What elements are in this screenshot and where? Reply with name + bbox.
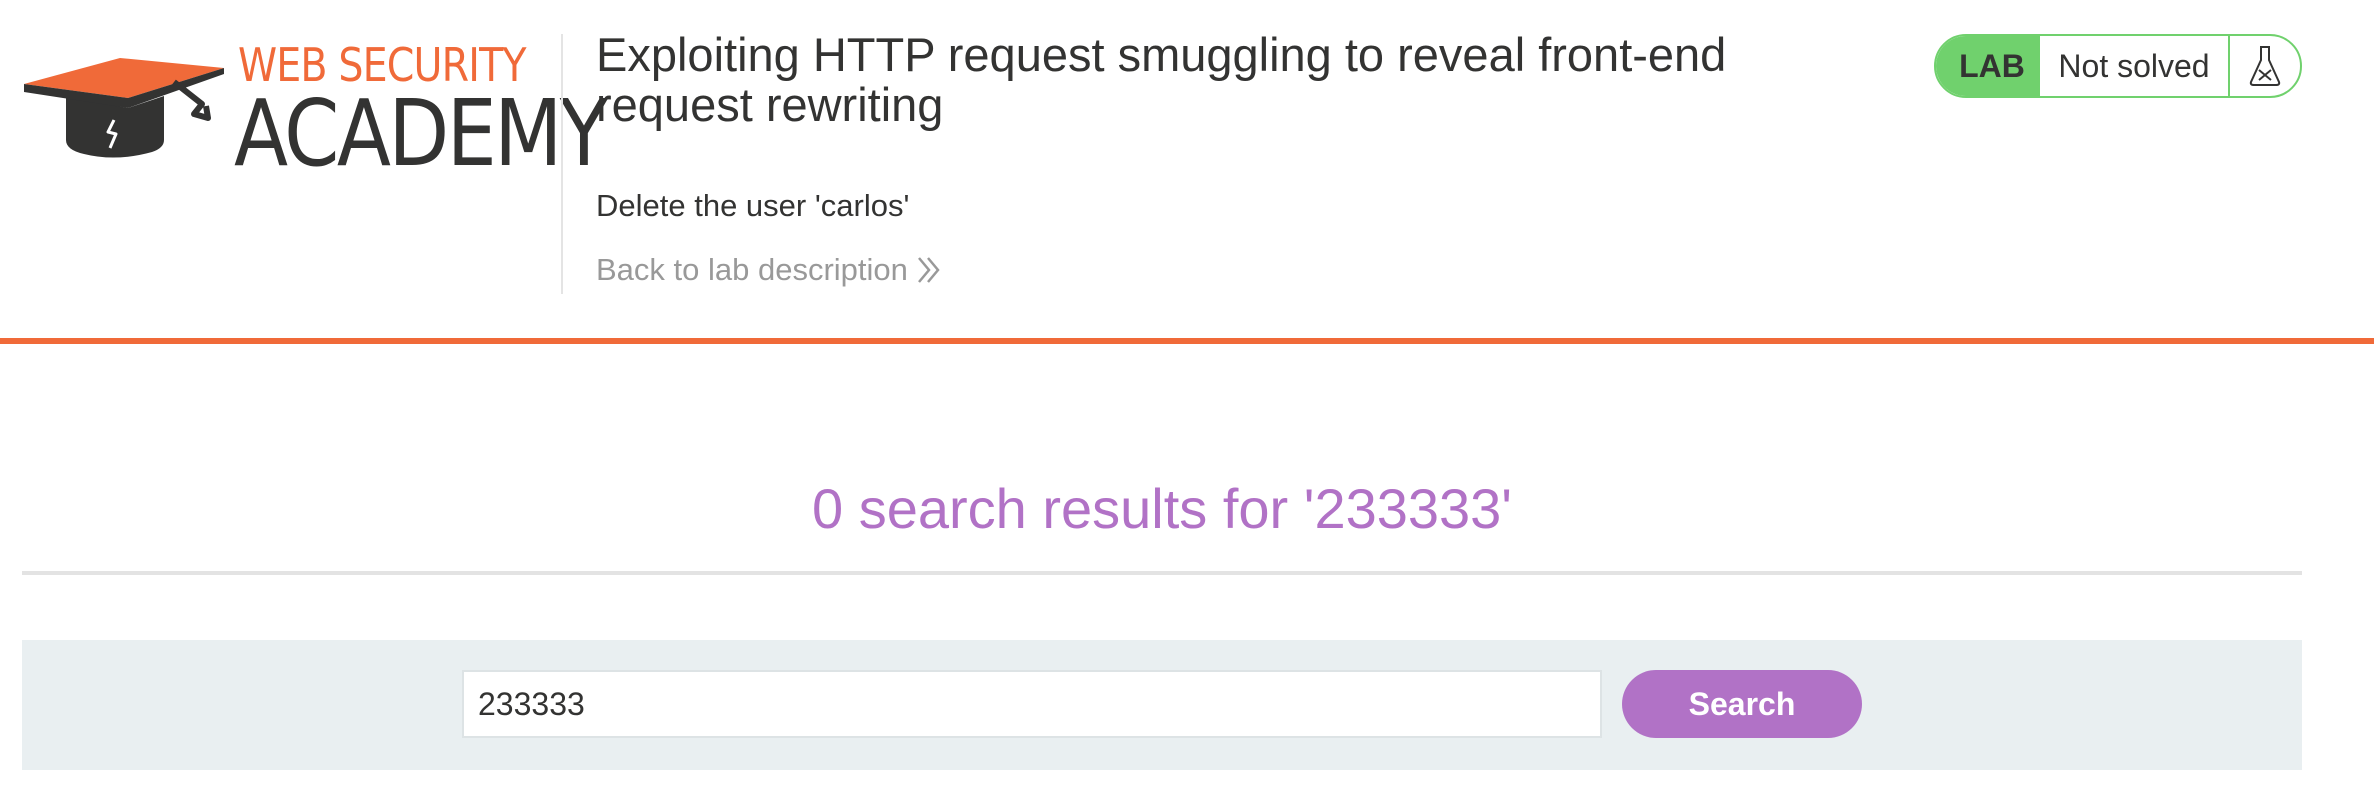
lab-status-text: Not solved — [2040, 36, 2230, 96]
search-button[interactable]: Search — [1622, 670, 1862, 738]
academy-logo[interactable]: WEB SECURITY ACADEMY — [24, 34, 608, 187]
header-accent-rule — [0, 338, 2374, 344]
status-icon-container — [2230, 36, 2300, 96]
graduation-cap-icon — [24, 58, 224, 158]
lab-title: Exploiting HTTP request smuggling to rev… — [596, 28, 1727, 131]
logo-line2: ACADEMY — [234, 80, 608, 187]
back-link-label: Back to lab description — [596, 252, 908, 287]
header-divider — [561, 34, 563, 294]
lab-badge: LAB — [1936, 36, 2040, 96]
back-to-lab-description-link[interactable]: Back to lab description — [596, 252, 942, 288]
search-input[interactable] — [462, 670, 1602, 738]
double-chevron-right-icon — [917, 257, 940, 283]
lab-objective: Delete the user 'carlos' — [596, 188, 910, 223]
search-panel: Search — [22, 640, 2302, 770]
lab-header: WEB SECURITY ACADEMY Exploiting HTTP req… — [0, 0, 2374, 338]
lab-status-widget: LAB Not solved — [1934, 34, 2302, 98]
results-divider — [22, 571, 2302, 575]
search-results-heading: 0 search results for '233333' — [812, 477, 1512, 540]
flask-icon — [2249, 46, 2281, 86]
